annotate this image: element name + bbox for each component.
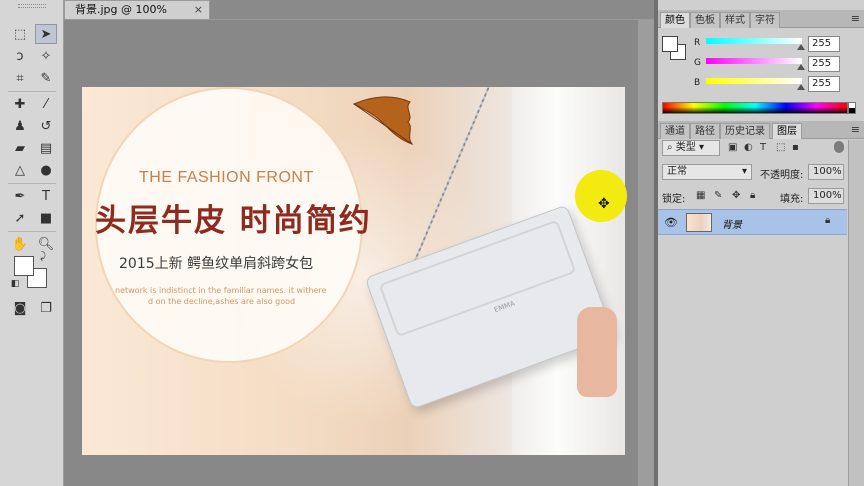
- path-select-icon[interactable]: ➚: [9, 208, 31, 228]
- magic-wand-icon[interactable]: ✧: [35, 46, 57, 66]
- layer-thumbnail: [686, 213, 712, 232]
- opacity-label: 不透明度:: [760, 170, 804, 181]
- history-brush-icon[interactable]: ↺: [35, 116, 57, 136]
- channel-label-r: R: [694, 38, 701, 48]
- hand-icon[interactable]: ✋: [9, 234, 31, 254]
- search-icon: ⌕: [667, 142, 676, 153]
- document-tab[interactable]: 背景.jpg @ 100%(RGB/8) ×: [64, 0, 210, 34]
- tab-history[interactable]: 历史记录: [720, 123, 770, 139]
- filter-toggle-icon[interactable]: [834, 141, 844, 153]
- panel-menu-icon[interactable]: ≡: [851, 12, 860, 25]
- quick-mask-icon[interactable]: ◙: [9, 298, 31, 318]
- banner-subtitle: 2015上新 鳄鱼纹单肩斜跨女包: [119, 256, 314, 272]
- toolbar-divider: [8, 231, 56, 232]
- color-spectrum[interactable]: [662, 102, 848, 114]
- lock-all-icon[interactable]: 🔒︎: [750, 190, 755, 201]
- eyedropper-icon[interactable]: ✎: [35, 68, 57, 88]
- panel-foreground-swatch[interactable]: [662, 36, 678, 52]
- screen-mode-icon[interactable]: ❐: [35, 298, 57, 318]
- filter-shape-icon[interactable]: ⬚: [776, 142, 785, 153]
- tab-layers[interactable]: 图层: [772, 123, 802, 139]
- filter-pixel-icon[interactable]: ▣: [728, 142, 737, 153]
- channel-label-b: B: [694, 78, 701, 88]
- move-icon[interactable]: ➤: [35, 24, 57, 44]
- layers-scrollbar[interactable]: [848, 140, 864, 486]
- slider-g[interactable]: [706, 58, 802, 64]
- layers-panel-tabs: 通道 路径 历史记录 图层 ≡: [658, 121, 864, 139]
- layer-name: 背景: [722, 220, 742, 231]
- blend-mode-select[interactable]: 正常 ▾: [662, 164, 752, 180]
- filter-type-icon[interactable]: T: [760, 142, 766, 153]
- tab-character[interactable]: 字符: [750, 12, 780, 28]
- lock-position-icon[interactable]: ✥: [732, 190, 740, 201]
- lock-image-icon[interactable]: ✎: [714, 190, 722, 201]
- chevron-down-icon: ▾: [741, 166, 747, 177]
- layer-filter-value: 类型: [675, 142, 696, 153]
- opacity-field[interactable]: 100%: [808, 164, 844, 180]
- lock-label: 锁定:: [662, 194, 686, 205]
- gradient-icon[interactable]: ▤: [35, 138, 57, 158]
- lasso-icon[interactable]: ↄ: [9, 46, 31, 66]
- banner-fine-print: d on the decline,ashes are also good: [148, 297, 296, 306]
- crop-icon[interactable]: ⌗: [9, 68, 31, 88]
- shape-icon[interactable]: ■: [35, 208, 57, 228]
- lock-icon: 🔒︎: [825, 215, 831, 226]
- move-cursor-icon: ✥: [598, 196, 610, 212]
- dodge-icon[interactable]: ●: [35, 160, 57, 180]
- black-white-ramp[interactable]: [848, 102, 856, 114]
- channel-label-g: G: [694, 58, 701, 68]
- toolbar-divider: [8, 91, 56, 92]
- stamp-icon[interactable]: ♟: [9, 116, 31, 136]
- banner-image[interactable]: EMMA THE FASHION FRONT 头层牛皮 时尚简约 2015上新 …: [82, 87, 625, 455]
- healing-icon[interactable]: ✚: [9, 94, 31, 114]
- eye-icon[interactable]: 👁︎: [664, 216, 678, 229]
- tab-styles[interactable]: 样式: [720, 12, 750, 28]
- document-scrollbar[interactable]: [638, 20, 654, 486]
- default-colors-icon[interactable]: ◧: [8, 278, 22, 290]
- value-field-r[interactable]: 255: [808, 36, 840, 52]
- banner-title-cn: 头层牛皮 时尚简约: [95, 203, 372, 239]
- slider-b[interactable]: [706, 78, 802, 84]
- slider-thumb-r[interactable]: [797, 44, 805, 50]
- autumn-leaf: [352, 96, 414, 145]
- pen-icon[interactable]: ✒: [9, 186, 31, 206]
- slider-thumb-g[interactable]: [797, 64, 805, 70]
- type-icon[interactable]: T: [35, 186, 57, 206]
- marquee-icon[interactable]: ⬚: [9, 24, 31, 44]
- lock-transparent-icon[interactable]: ▦: [696, 190, 705, 201]
- fill-label: 填充:: [780, 194, 804, 205]
- banner-fine-print: network is indistinct in the familiar na…: [115, 286, 327, 295]
- value-field-b[interactable]: 255: [808, 76, 840, 92]
- slider-r[interactable]: [706, 38, 802, 44]
- model-hand: [577, 307, 617, 397]
- close-icon[interactable]: ×: [194, 1, 203, 19]
- tab-channels[interactable]: 通道: [660, 123, 690, 139]
- toolbar-divider: [8, 183, 56, 184]
- eraser-icon[interactable]: ▰: [9, 138, 31, 158]
- tools-panel: ⬚ ➤ ↄ ✧ ⌗ ✎ ✚ ⁄ ♟ ↺ ▰ ▤ △ ● ✒ T ➚ ■ ✋ 🔍︎…: [0, 0, 64, 486]
- layer-filter-select[interactable]: ⌕ 类型 ▾: [662, 140, 720, 156]
- slider-thumb-b[interactable]: [797, 84, 805, 90]
- blur-icon[interactable]: △: [9, 160, 31, 180]
- tab-color[interactable]: 颜色: [660, 12, 690, 28]
- filter-smart-object-icon[interactable]: ▪: [792, 142, 799, 153]
- blend-mode-value: 正常: [667, 166, 687, 177]
- foreground-color-swatch[interactable]: [14, 256, 34, 276]
- panel-menu-icon[interactable]: ≡: [851, 123, 860, 136]
- brush-icon[interactable]: ⁄: [35, 94, 57, 114]
- right-panels: 颜色 色板 样式 字符 ≡ R 255 G 255 B 255 通道 路径 历史…: [658, 0, 864, 486]
- fill-field[interactable]: 100%: [808, 188, 844, 204]
- swap-colors-icon[interactable]: ⤸: [36, 250, 50, 262]
- bag-logo: EMMA: [493, 299, 516, 315]
- tab-swatches[interactable]: 色板: [690, 12, 720, 28]
- toolbar-grip[interactable]: [18, 4, 46, 8]
- color-panel-tabs: 颜色 色板 样式 字符 ≡: [658, 10, 864, 28]
- tab-paths[interactable]: 路径: [690, 123, 720, 139]
- layer-row[interactable]: 👁︎ 背景 🔒︎: [658, 209, 847, 235]
- banner-title-en: THE FASHION FRONT: [139, 169, 314, 186]
- value-field-g[interactable]: 255: [808, 56, 840, 72]
- filter-adjustment-icon[interactable]: ◐: [744, 142, 753, 153]
